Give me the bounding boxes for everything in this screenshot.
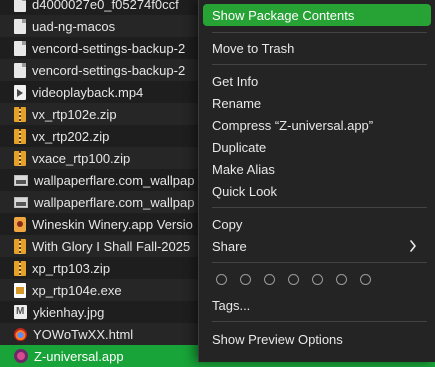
menu-item-show-preview-options[interactable]: Show Preview Options xyxy=(203,328,431,350)
zip-archive-icon xyxy=(14,260,26,276)
menu-separator xyxy=(212,64,427,65)
menu-item-move-to-trash[interactable]: Move to Trash xyxy=(203,37,431,59)
menu-item-rename[interactable]: Rename xyxy=(203,92,431,114)
menu-item-label: Show Package Contents xyxy=(212,7,355,23)
exe-file-icon xyxy=(14,282,26,298)
menu-item-quick-look[interactable]: Quick Look xyxy=(203,180,431,202)
menu-item-label: Make Alias xyxy=(212,161,275,177)
menu-item-make-alias[interactable]: Make Alias xyxy=(203,158,431,180)
document-icon xyxy=(14,62,26,78)
menu-item-label: Compress “Z-universal.app” xyxy=(212,117,374,133)
photo-file-icon xyxy=(14,305,27,319)
zip-archive-icon xyxy=(14,128,26,144)
document-icon xyxy=(14,0,26,12)
image-file-icon xyxy=(14,174,28,186)
tag-dot-1[interactable] xyxy=(216,274,227,285)
context-menu: Show Package Contents Move to Trash Get … xyxy=(198,0,435,362)
menu-separator xyxy=(212,321,427,322)
menu-item-show-package-contents[interactable]: Show Package Contents xyxy=(203,4,431,26)
document-icon xyxy=(14,18,26,34)
menu-item-label: Rename xyxy=(212,95,262,111)
menu-item-duplicate[interactable]: Duplicate xyxy=(203,136,431,158)
html-file-icon xyxy=(14,327,27,341)
zip-archive-icon xyxy=(14,150,26,166)
document-icon xyxy=(14,40,26,56)
menu-item-label: Duplicate xyxy=(212,139,267,155)
menu-separator xyxy=(212,207,427,208)
menu-item-compress[interactable]: Compress “Z-universal.app” xyxy=(203,114,431,136)
menu-item-label: Tags... xyxy=(212,297,251,313)
menu-item-share[interactable]: Share xyxy=(203,235,431,257)
menu-item-label: Share xyxy=(212,238,247,254)
menu-item-label: Move to Trash xyxy=(212,40,295,56)
menu-item-label: Quick Look xyxy=(212,183,278,199)
menu-item-label: Copy xyxy=(212,216,243,232)
app-icon xyxy=(14,349,28,363)
menu-item-label: Get Info xyxy=(212,73,259,89)
tag-dot-3[interactable] xyxy=(264,274,275,285)
tag-dot-2[interactable] xyxy=(240,274,251,285)
menu-item-get-info[interactable]: Get Info xyxy=(203,70,431,92)
tag-dot-4[interactable] xyxy=(288,274,299,285)
menu-separator xyxy=(212,262,427,263)
menu-item-label: Show Preview Options xyxy=(212,331,343,347)
zip-archive-icon xyxy=(14,238,26,254)
menu-item-copy[interactable]: Copy xyxy=(203,213,431,235)
video-file-icon xyxy=(14,84,26,100)
wineskin-app-icon xyxy=(14,216,26,232)
zip-archive-icon xyxy=(14,106,26,122)
image-file-icon xyxy=(14,196,28,208)
chevron-right-icon xyxy=(410,240,416,252)
menu-item-tags[interactable]: Tags... xyxy=(203,294,431,316)
tag-dot-6[interactable] xyxy=(336,274,347,285)
menu-separator xyxy=(212,32,427,33)
tag-dot-5[interactable] xyxy=(312,274,323,285)
tag-dot-7[interactable] xyxy=(360,274,371,285)
